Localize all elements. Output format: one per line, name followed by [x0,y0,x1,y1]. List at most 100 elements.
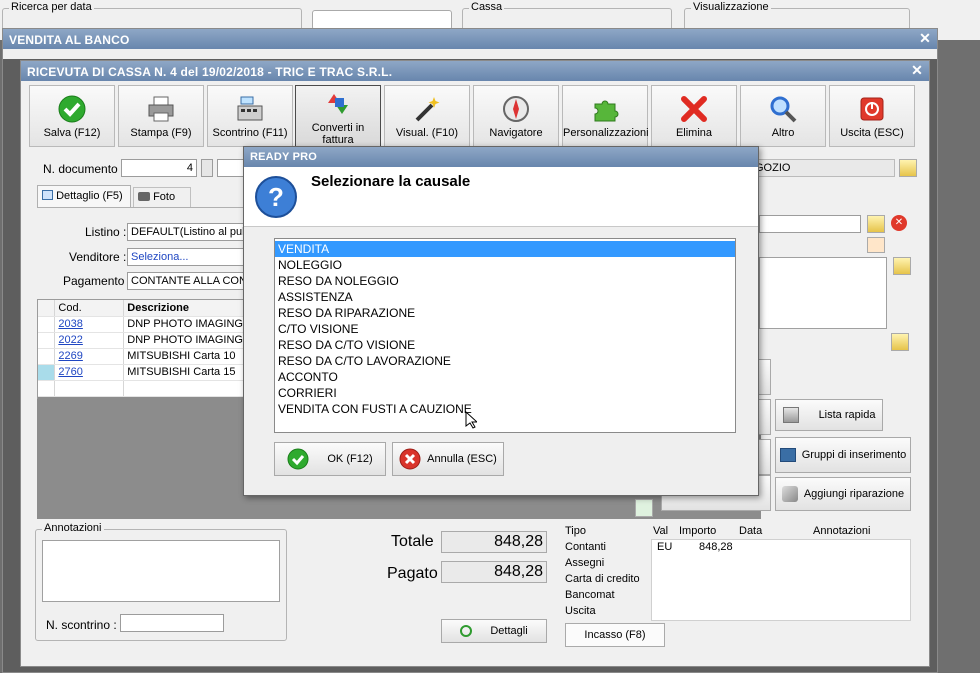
notes-box[interactable] [759,257,887,329]
pay-header-annotazioni: Annotazioni [813,525,871,537]
row-cod[interactable]: 2038 [54,316,125,333]
convert-button[interactable]: Converti in fattura [295,85,381,147]
pay-header-tipo: Tipo [565,525,586,537]
row-cod[interactable] [54,380,125,397]
search-icon[interactable] [867,237,885,253]
table-row[interactable]: 2760 MITSUBISHI Carta 15 [38,364,247,381]
pay-tipo: Contanti [565,541,606,553]
question-icon: ? [255,176,297,218]
tab-incasso[interactable]: Incasso (F8) [565,623,665,647]
n-scontrino-label: N. scontrino : [46,618,117,632]
small-field[interactable] [201,159,213,177]
folder-icon[interactable] [891,333,909,351]
close-icon[interactable]: ✕ [911,62,923,79]
clear-icon[interactable]: ✕ [891,215,907,231]
delete-button[interactable]: Elimina [651,85,737,147]
row-descrizione: DNP PHOTO IMAGING [123,332,247,349]
convert-icon [328,94,348,114]
list-item[interactable]: VENDITA CON FUSTI A CAUZIONE [275,401,735,417]
tab-foto[interactable]: Foto [133,187,191,207]
receipt-label: Scontrino (F11) [212,127,288,139]
list-item[interactable]: RESO DA C/TO LAVORAZIONE [275,353,735,369]
list-item[interactable]: NOLEGGIO [275,257,735,273]
payments-body [651,539,911,621]
lista-rapida-button[interactable]: Lista rapida [775,399,883,431]
receipt-button[interactable]: Scontrino (F11) [207,85,293,147]
more-button[interactable]: Altro [740,85,826,147]
col-header-descrizione[interactable]: Descrizione [123,300,247,317]
row-cod[interactable]: 2760 [54,364,125,381]
receipt-window-title: RICEVUTA DI CASSA N. 4 del 19/02/2018 - … [21,61,929,81]
view-button[interactable]: Visual. (F10) [384,85,470,147]
navigator-button[interactable]: Navigatore [473,85,559,147]
list-item[interactable]: C/TO VISIONE [275,321,735,337]
folder-icon[interactable] [893,257,911,275]
right-field[interactable] [759,215,861,233]
pagamento-field[interactable]: CONTANTE ALLA CONSE [127,272,247,290]
list-item[interactable]: ACCONTO [275,369,735,385]
list-item[interactable]: RESO DA NOLEGGIO [275,273,735,289]
print-button[interactable]: Stampa (F9) [118,85,204,147]
tab-dettaglio[interactable]: Dettaglio (F5) [37,185,131,207]
row-cod[interactable]: 2022 [54,332,125,349]
gruppi-button[interactable]: Gruppi di inserimento [775,437,911,473]
customize-label: Personalizzazioni [563,127,649,139]
aggiungi-riparazione-button[interactable]: Aggiungi riparazione [775,477,911,511]
save-button[interactable]: Salva (F12) [29,85,115,147]
exit-button[interactable]: Uscita (ESC) [829,85,915,147]
n-scontrino-field[interactable] [120,614,224,632]
col-header-cod[interactable]: Cod. [54,300,125,317]
refresh-icon[interactable] [635,499,653,517]
search-icon [770,96,797,123]
cancel-button[interactable]: Annulla (ESC) [392,442,504,476]
n-documento-field[interactable]: 4 [121,159,197,177]
ok-label: OK (F12) [327,453,373,465]
pay-importo[interactable]: 848,28 [699,541,733,553]
list-item[interactable]: ASSISTENZA [275,289,735,305]
row-cod[interactable]: 2269 [54,348,125,365]
table-row[interactable]: 2269 MITSUBISHI Carta 10 [38,348,247,365]
outer-window-title: VENDITA AL BANCO ✕ [3,29,937,49]
list-item[interactable]: CORRIERI [275,385,735,401]
negozio-field[interactable]: GOZIO [751,159,895,177]
pay-val[interactable]: EU [657,541,672,553]
magic-wand-icon [415,97,440,122]
group-add-icon [779,448,796,462]
close-icon[interactable]: ✕ [919,30,931,47]
group-label: Visualizzazione [691,1,771,13]
background-field[interactable] [312,10,452,30]
zoom-icon [460,625,473,637]
dettagli-button[interactable]: Dettagli [441,619,547,643]
delete-icon [681,96,707,122]
customize-button[interactable]: Personalizzazioni [562,85,649,147]
compass-icon [503,96,529,122]
listino-label: Listino : [85,225,127,239]
print-label: Stampa (F9) [130,127,192,139]
table-row[interactable]: 2022 DNP PHOTO IMAGING [38,332,247,349]
row-marker [38,348,56,365]
convert-label: Converti in fattura [311,122,365,146]
n-documento-label: N. documento : [43,162,125,176]
annotazioni-textarea[interactable] [42,540,280,602]
ok-button[interactable]: OK (F12) [274,442,386,476]
totale-value: 848,28 [441,531,547,553]
folder-icon[interactable] [867,215,885,233]
totale-label: Totale [391,533,434,550]
group-label: Cassa [469,1,505,13]
venditore-field[interactable]: Seleziona... [127,248,247,266]
grid-icon [42,190,53,200]
dettagli-label: Dettagli [490,625,528,637]
table-row[interactable]: 2038 DNP PHOTO IMAGING [38,316,247,333]
folder-icon[interactable] [899,159,917,177]
view-label: Visual. (F10) [395,127,459,139]
listino-field[interactable]: DEFAULT(Listino al pubb [127,223,247,241]
list-item[interactable]: RESO DA C/TO VISIONE [275,337,735,353]
row-marker [38,364,56,381]
pay-tipo: Uscita [565,605,596,617]
lista-rapida-label: Lista rapida [818,409,876,421]
tab-incasso-label: Incasso (F8) [584,629,646,641]
causale-list[interactable]: VENDITA NOLEGGIO RESO DA NOLEGGIO ASSIST… [274,238,736,433]
list-item[interactable]: RESO DA RIPARAZIONE [275,305,735,321]
list-item[interactable]: VENDITA [275,241,735,257]
table-row[interactable] [38,380,247,397]
